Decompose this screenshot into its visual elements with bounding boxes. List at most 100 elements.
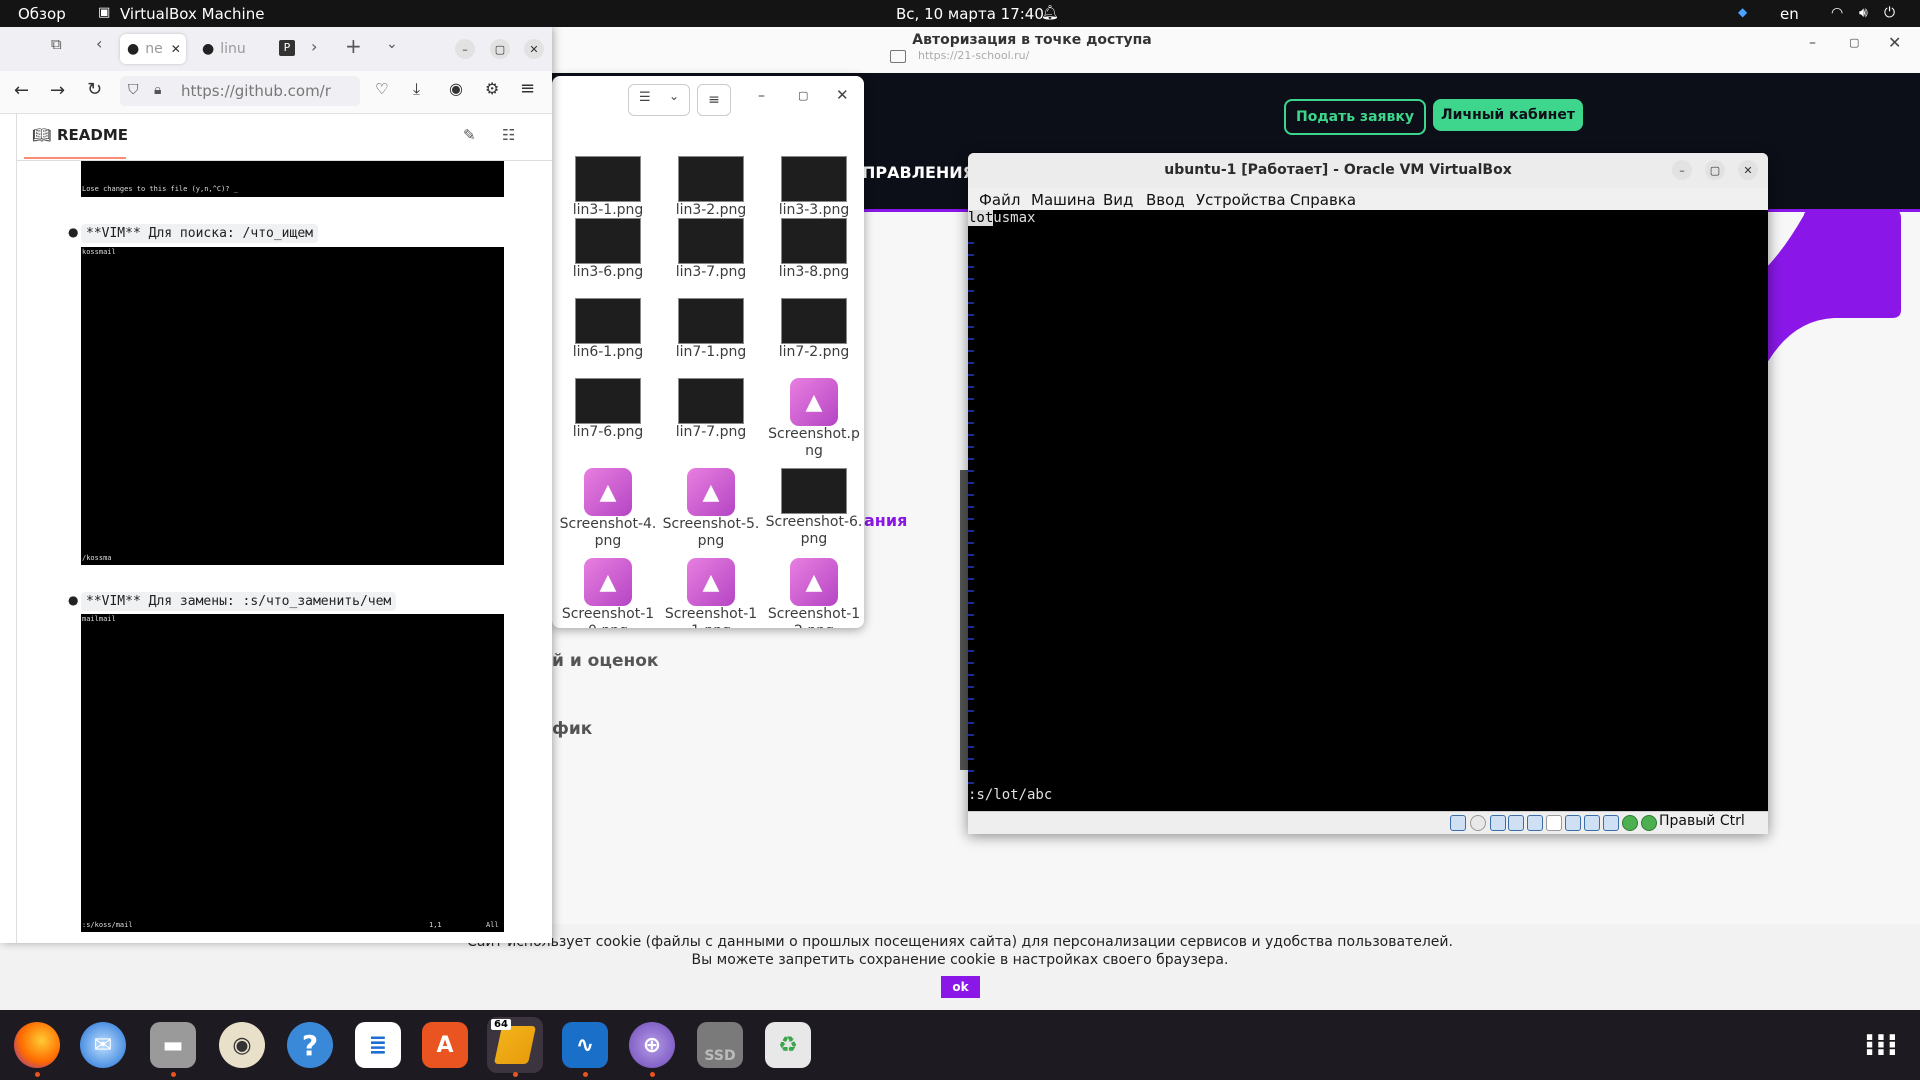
display-icon[interactable] — [1565, 815, 1581, 831]
download-icon[interactable]: ⤓ — [413, 79, 420, 99]
account-icon[interactable]: ◉ — [449, 79, 463, 98]
site-nav-item[interactable]: ПРАВЛЕНИЯ — [862, 163, 975, 182]
menu-machine[interactable]: Машина — [1031, 191, 1096, 209]
notification-bell-icon[interactable]: 🔔︎ — [1041, 5, 1059, 21]
keyboard-capture-icon[interactable] — [1641, 815, 1657, 831]
minimize-icon[interactable]: – — [1672, 160, 1692, 180]
file-item[interactable]: lin3-1.png — [558, 156, 658, 219]
scroll-tabs-right-icon[interactable]: › — [311, 37, 317, 56]
image-file-icon: ▲ — [687, 468, 735, 516]
back-icon[interactable]: ← — [14, 80, 29, 101]
ssd-drive-icon[interactable]: SSD — [697, 1022, 743, 1068]
file-item[interactable]: ▲Screenshot-10.png — [558, 558, 658, 628]
file-item[interactable]: lin7-6.png — [558, 378, 658, 441]
file-item[interactable]: lin3-6.png — [558, 218, 658, 281]
readme-label[interactable]: README — [57, 126, 128, 144]
audio-icon[interactable] — [1490, 815, 1506, 831]
reload-icon[interactable]: ↻ — [87, 79, 102, 100]
trash-icon[interactable]: ♻ — [765, 1022, 811, 1068]
minimize-icon[interactable]: – — [758, 88, 765, 104]
power-icon[interactable]: ⏻ — [1884, 5, 1895, 21]
clock[interactable]: Вс, 10 марта 17:40 — [896, 5, 1044, 23]
maximize-icon[interactable]: ▢ — [1849, 36, 1859, 49]
maximize-icon[interactable]: ▢ — [490, 39, 510, 59]
menu-view[interactable]: Вид — [1103, 191, 1133, 209]
outline-list-icon[interactable]: ☷ — [502, 126, 515, 144]
scroll-tabs-left-icon[interactable]: ‹ — [96, 34, 102, 53]
tab-github-1[interactable]: ● ne ✕ — [120, 34, 186, 64]
menu-file[interactable]: Файл — [979, 191, 1020, 209]
wifi-icon[interactable]: ◠ — [1831, 5, 1843, 21]
menu-input[interactable]: Ввод — [1146, 191, 1185, 209]
forward-icon[interactable]: → — [50, 80, 65, 101]
apply-button[interactable]: Подать заявку — [1284, 99, 1426, 135]
close-icon[interactable]: ✕ — [836, 86, 849, 104]
minimize-icon[interactable]: – — [455, 39, 475, 59]
close-icon[interactable]: ✕ — [1738, 160, 1758, 180]
maximize-icon[interactable]: ▢ — [798, 89, 808, 102]
menu-devices[interactable]: Устройства — [1196, 191, 1286, 209]
optical-drive-icon[interactable] — [1470, 815, 1486, 831]
network-globe-icon[interactable]: ⊕ — [629, 1022, 675, 1068]
lock-icon[interactable]: 🔒︎ — [154, 82, 161, 98]
chevron-down-icon[interactable]: ⌄ — [669, 89, 679, 103]
shared-folders-icon[interactable] — [1546, 815, 1562, 831]
tab-github-2[interactable]: ● linu — [198, 34, 258, 64]
close-icon[interactable]: ✕ — [524, 39, 544, 59]
thunderbird-icon[interactable]: ✉ — [80, 1022, 126, 1068]
file-item[interactable]: ▲Screenshot-12.png — [764, 558, 864, 628]
list-all-tabs-icon[interactable]: ⌄ — [386, 36, 398, 52]
help-icon[interactable]: ? — [287, 1022, 333, 1068]
file-item[interactable]: lin7-7.png — [661, 378, 761, 441]
volume-icon[interactable]: 🔊︎ — [1859, 5, 1868, 21]
shield-icon[interactable]: ⛉ — [128, 82, 139, 98]
file-item[interactable]: Screenshot-6.png — [764, 468, 864, 548]
file-item[interactable]: ▲ Screenshot.png — [764, 378, 864, 460]
rhythmbox-icon[interactable]: ◉ — [219, 1022, 265, 1068]
file-item[interactable]: lin7-2.png — [764, 298, 864, 361]
tab-pinned-p-icon[interactable]: P — [279, 40, 295, 56]
file-item[interactable]: lin3-3.png — [764, 156, 864, 219]
menu-help[interactable]: Справка — [1290, 191, 1356, 209]
libreoffice-writer-icon[interactable]: ≣ — [355, 1022, 401, 1068]
menu-icon[interactable]: ≡ — [697, 84, 731, 116]
vm-display[interactable]: lotusmax :s/lot/abc — [968, 210, 1768, 811]
file-item[interactable]: ▲ Screenshot-4.png — [558, 468, 658, 550]
tray-app-icon[interactable]: ◆ — [1738, 5, 1747, 19]
app-center-icon[interactable]: A — [422, 1022, 468, 1068]
edit-pencil-icon[interactable]: ✎ — [463, 126, 476, 144]
keyboard-layout[interactable]: en — [1780, 5, 1799, 23]
file-item[interactable]: lin6-1.png — [558, 298, 658, 361]
file-item[interactable]: lin3-7.png — [661, 218, 761, 281]
cpu-icon[interactable] — [1603, 815, 1619, 831]
network-icon[interactable] — [1508, 815, 1524, 831]
hard-disk-icon[interactable] — [1450, 815, 1466, 831]
extensions-icon[interactable]: ⚙ — [485, 79, 499, 98]
close-tab-icon[interactable]: ✕ — [171, 42, 181, 56]
system-monitor-icon[interactable]: ∿ — [562, 1022, 608, 1068]
tab-overview-icon[interactable]: ⧉ — [51, 35, 62, 53]
file-item[interactable]: ▲ Screenshot-5.png — [661, 468, 761, 550]
new-tab-icon[interactable]: + — [345, 34, 362, 58]
recording-icon[interactable] — [1584, 815, 1600, 831]
file-item[interactable]: lin7-1.png — [661, 298, 761, 361]
app-menu-icon[interactable]: ≡ — [520, 78, 535, 99]
file-item[interactable]: ▲Screenshot-11.png — [661, 558, 761, 628]
file-item[interactable]: lin3-2.png — [661, 156, 761, 219]
active-app-name[interactable]: VirtualBox Machine — [120, 5, 264, 23]
firefox-icon[interactable] — [14, 1022, 60, 1068]
pocket-icon[interactable]: ♡ — [375, 80, 388, 98]
file-item[interactable]: lin3-8.png — [764, 218, 864, 281]
show-apps-icon[interactable]: ⁝⁝⁝ — [1858, 1022, 1904, 1068]
close-icon[interactable]: ✕ — [1888, 33, 1901, 52]
cookie-ok-button[interactable]: ok — [941, 976, 980, 998]
minimize-icon[interactable]: – — [1809, 35, 1816, 51]
maximize-icon[interactable]: ▢ — [1705, 160, 1725, 180]
usb-icon[interactable] — [1527, 815, 1543, 831]
mouse-integration-icon[interactable] — [1622, 815, 1638, 831]
address-bar[interactable]: ⛉ 🔒︎ https://github.com/n — [120, 76, 360, 106]
activities-button[interactable]: Обзор — [18, 5, 66, 23]
view-toggle-button[interactable]: ☰ ⌄ — [628, 84, 690, 116]
cabinet-button[interactable]: Личный кабинет — [1433, 99, 1583, 131]
files-icon[interactable]: ▬ — [150, 1022, 196, 1068]
